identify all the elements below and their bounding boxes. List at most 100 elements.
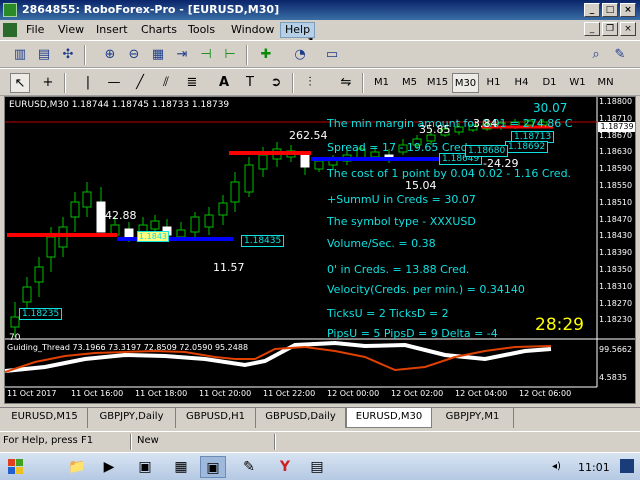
chart-tab[interactable]: GBPJPY,M1 bbox=[432, 408, 514, 428]
chart-tab[interactable]: EURUSD,M15 bbox=[2, 408, 88, 428]
value-label: 35.85 bbox=[419, 123, 451, 136]
trendline-icon[interactable]: ╱ bbox=[130, 73, 150, 93]
templates-icon[interactable]: ▭ bbox=[322, 45, 342, 65]
cursor-icon[interactable]: ↖ bbox=[10, 73, 30, 93]
time-axis-label: 11 Oct 20:00 bbox=[199, 389, 252, 398]
start-button-icon[interactable] bbox=[2, 455, 42, 479]
search-icon[interactable]: ⌕ bbox=[586, 45, 606, 65]
chart-tab-active[interactable]: EURUSD,M30 bbox=[346, 408, 432, 428]
menu-view[interactable]: View bbox=[54, 22, 88, 38]
menu-charts[interactable]: Charts bbox=[137, 22, 181, 38]
tile-windows-icon[interactable]: ▦ bbox=[148, 45, 168, 65]
auto-scroll-icon[interactable]: ⇥ bbox=[172, 45, 192, 65]
overlay-top-value: 30.07 bbox=[533, 101, 568, 115]
candle-body bbox=[70, 201, 80, 218]
metatrader-icon[interactable]: ▣ bbox=[200, 456, 226, 478]
notes-icon[interactable]: ✎ bbox=[236, 456, 262, 478]
indicator-axis-bottom: 4.5835 bbox=[599, 373, 627, 382]
candle-body bbox=[300, 154, 310, 168]
price-axis-label: 1.18800 bbox=[599, 97, 633, 106]
time-axis-label: 12 Oct 02:00 bbox=[391, 389, 444, 398]
chart-header: EURUSD,M30 1.18744 1.18745 1.18733 1.187… bbox=[9, 100, 230, 110]
indicator-axis-top: 99.5662 bbox=[599, 345, 633, 354]
timeframe-m15[interactable]: M15 bbox=[424, 73, 451, 93]
chart-close-button[interactable]: × bbox=[620, 22, 636, 36]
label-tool-icon[interactable]: T bbox=[240, 73, 260, 93]
bar-timer: 28:29 bbox=[535, 315, 584, 335]
price-axis-label: 1.18310 bbox=[599, 281, 633, 291]
status-help-text: For Help, press F1 bbox=[3, 435, 94, 446]
chart-minimize-button[interactable]: _ bbox=[584, 22, 600, 36]
value-label: 70 bbox=[9, 333, 21, 343]
chart-tab[interactable]: GBPUSD,Daily bbox=[256, 408, 346, 428]
timeframe-m1[interactable]: M1 bbox=[368, 73, 395, 93]
zoom-out-icon[interactable]: ⊖ bbox=[124, 45, 144, 65]
clock[interactable]: 11:01 bbox=[578, 461, 610, 474]
value-label: 262.54 bbox=[289, 129, 328, 142]
channel-icon[interactable]: ⫽ bbox=[156, 73, 176, 93]
price-chart[interactable]: EURUSD,M30 1.18744 1.18745 1.18733 1.187… bbox=[4, 96, 636, 404]
timeframe-h1[interactable]: H1 bbox=[480, 73, 507, 93]
time-axis-label: 12 Oct 04:00 bbox=[455, 389, 508, 398]
menu-tools[interactable]: Tools bbox=[184, 22, 219, 38]
autoscroll-icon[interactable]: ⊢ bbox=[220, 45, 240, 65]
chart-restore-button[interactable]: ❐ bbox=[602, 22, 618, 36]
candle-body bbox=[230, 181, 240, 203]
show-desktop-button[interactable] bbox=[620, 459, 634, 473]
more-tools-icon[interactable]: ⇋ bbox=[336, 73, 356, 93]
profiles-icon[interactable]: ▤ bbox=[34, 45, 54, 65]
minimize-button[interactable]: _ bbox=[584, 3, 600, 17]
new-chart-icon[interactable]: ▥ bbox=[10, 45, 30, 65]
timeframe-d1[interactable]: D1 bbox=[536, 73, 563, 93]
horizontal-line-icon[interactable]: — bbox=[104, 73, 124, 93]
periods-icon[interactable]: ◔ bbox=[290, 45, 310, 65]
status-divider bbox=[274, 434, 276, 450]
chart-tab[interactable]: GBPJPY,Daily bbox=[88, 408, 176, 428]
timeframe-m30[interactable]: M30 bbox=[452, 73, 479, 93]
candle-body bbox=[22, 286, 32, 303]
timeframe-mn[interactable]: MN bbox=[592, 73, 619, 93]
menu-file[interactable]: File bbox=[22, 22, 48, 38]
separator bbox=[362, 73, 364, 93]
candle-body bbox=[46, 236, 56, 258]
menu-bar: File View Insert Charts Tools Window Hel… bbox=[0, 20, 640, 50]
separator bbox=[64, 73, 66, 93]
tray-speaker-icon[interactable]: ◂) bbox=[552, 461, 561, 472]
arrow-tool-icon[interactable]: ➲ bbox=[266, 73, 286, 93]
indicators-icon[interactable]: ✚ bbox=[256, 45, 276, 65]
price-axis-label: 1.18550 bbox=[599, 181, 633, 190]
monitor-app-icon[interactable]: ▣ bbox=[132, 456, 158, 478]
candle-body bbox=[258, 154, 268, 170]
candle-body bbox=[218, 202, 228, 216]
menu-insert[interactable]: Insert bbox=[92, 22, 132, 38]
chart-shift-icon[interactable]: ⊣ bbox=[196, 45, 216, 65]
value-label: 3.84 bbox=[473, 117, 498, 130]
drawing-toolbar: ↖ + | — ╱ ⫽ ≣ A T ➲ ⫶ ⇋ M1 M5 M15 M30 H1… bbox=[0, 68, 640, 96]
menu-window[interactable]: Window bbox=[227, 22, 278, 38]
chart-type-icon[interactable]: ⫶ bbox=[300, 73, 320, 93]
candle-body bbox=[190, 216, 200, 233]
indicator-label: Guiding_Thread 73.1966 73.3197 72.8509 7… bbox=[7, 343, 249, 352]
timeframe-h4[interactable]: H4 bbox=[508, 73, 535, 93]
text-tool-icon[interactable]: A bbox=[214, 73, 234, 93]
media-player-icon[interactable]: ▶ bbox=[96, 456, 122, 478]
yandex-browser-icon[interactable]: Y bbox=[272, 456, 298, 478]
market-watch-icon[interactable]: ✣ bbox=[58, 45, 78, 65]
close-button[interactable]: × bbox=[620, 3, 636, 17]
calculator-icon[interactable]: ▦ bbox=[168, 456, 194, 478]
chart-tab[interactable]: GBPUSD,H1 bbox=[176, 408, 256, 428]
remote-desktop-icon[interactable]: ▤ bbox=[304, 456, 330, 478]
timeframe-m5[interactable]: M5 bbox=[396, 73, 423, 93]
taskbar: 📁 ▶ ▣ ▦ ▣ ✎ Y ▤ ◂) 11:01 bbox=[0, 452, 640, 480]
community-icon[interactable]: ✎ bbox=[610, 45, 630, 65]
zoom-in-icon[interactable]: ⊕ bbox=[100, 45, 120, 65]
vertical-line-icon[interactable]: | bbox=[78, 73, 98, 93]
crosshair-icon[interactable]: + bbox=[38, 73, 58, 93]
maximize-button[interactable]: □ bbox=[602, 3, 618, 17]
fibonacci-icon[interactable]: ≣ bbox=[182, 73, 202, 93]
candle-body bbox=[204, 214, 214, 228]
timeframe-w1[interactable]: W1 bbox=[564, 73, 591, 93]
explorer-icon[interactable]: 📁 bbox=[64, 456, 90, 478]
standard-toolbar: ▥ ▤ ✣ ⊕ ⊖ ▦ ⇥ ⊣ ⊢ ✚ ◔ ▭ ⌕ ✎ bbox=[0, 40, 640, 68]
app-icon bbox=[3, 3, 17, 17]
